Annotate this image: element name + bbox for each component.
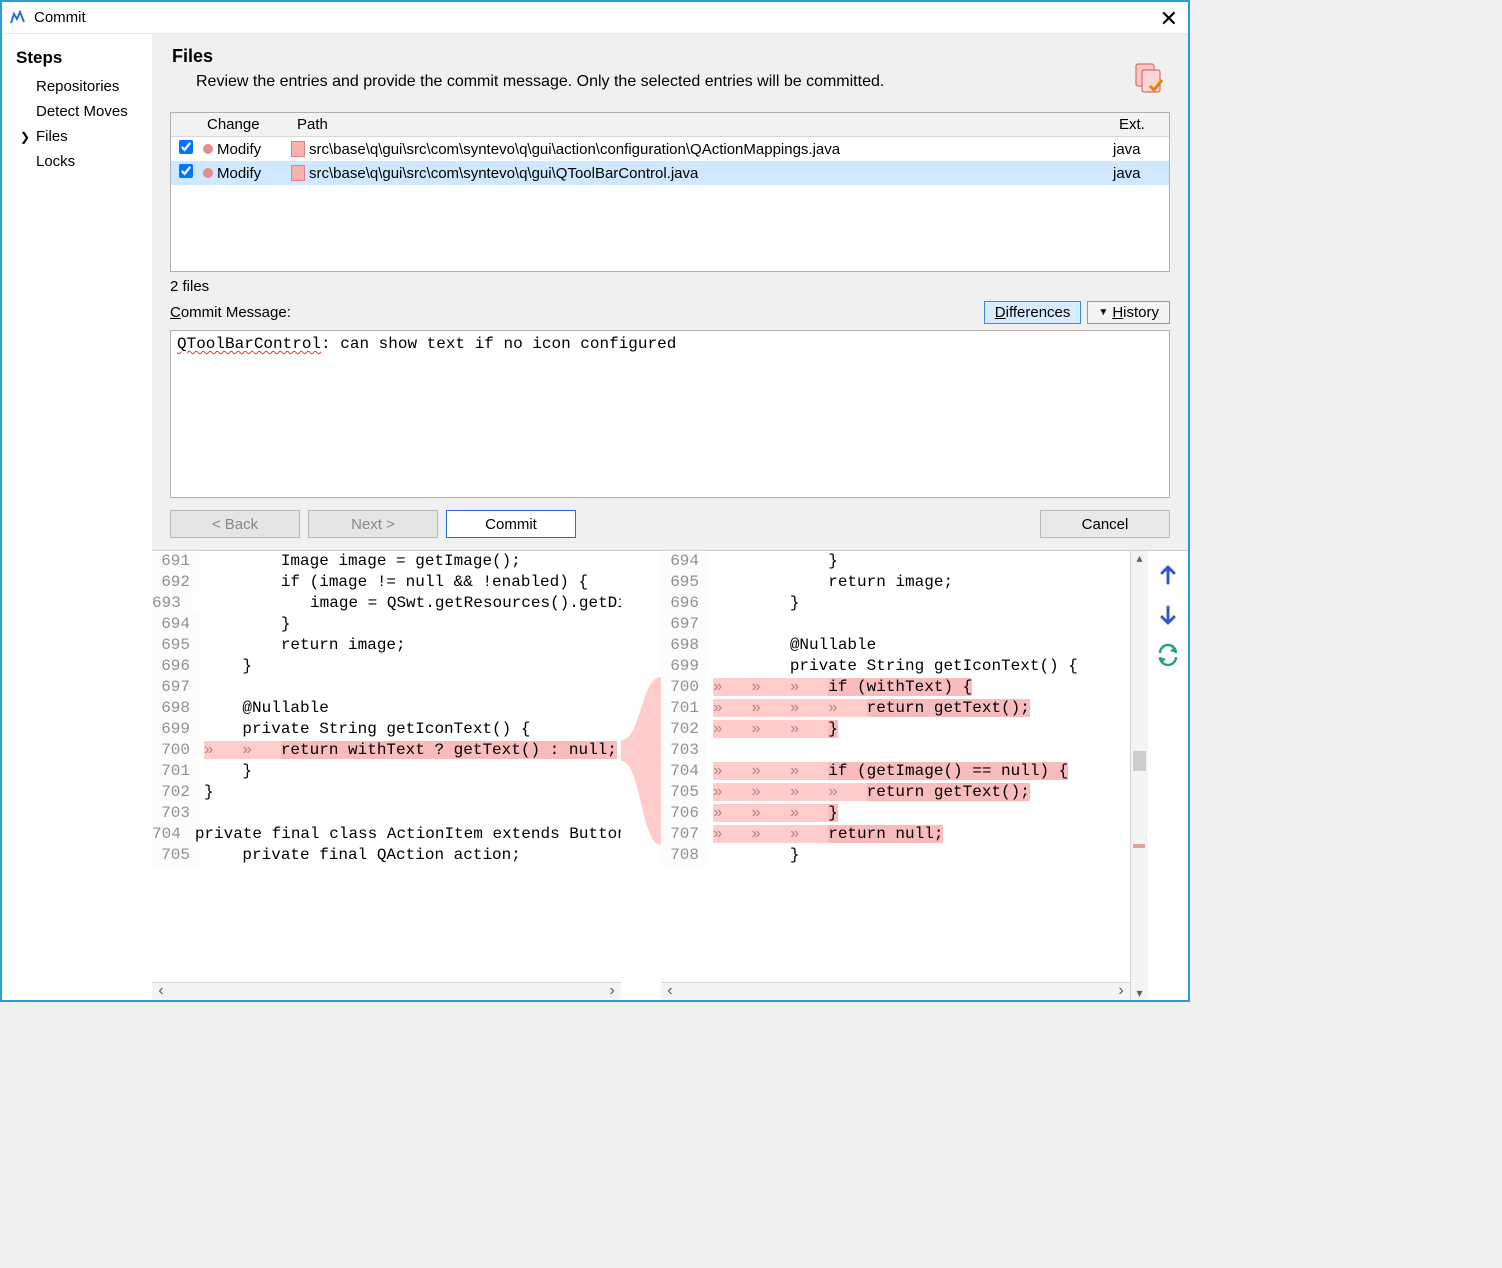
code-line: 700» » » if (withText) { xyxy=(661,677,1130,698)
step-repositories[interactable]: Repositories xyxy=(16,74,152,99)
commit-message-label: Commit Message: xyxy=(170,304,984,321)
col-change[interactable]: Change xyxy=(201,113,291,136)
modify-dot-icon xyxy=(203,144,213,154)
code-line: 702} xyxy=(152,782,621,803)
page-header: Files Review the entries and provide the… xyxy=(152,34,1188,106)
step-locks[interactable]: Locks xyxy=(16,149,152,174)
steps-heading: Steps xyxy=(16,48,152,68)
file-row[interactable]: Modify src\base\q\gui\src\com\syntevo\q\… xyxy=(171,137,1169,161)
code-line: 704private final class ActionItem extend… xyxy=(152,824,621,845)
file-summary: 2 files xyxy=(152,272,1188,297)
code-line: 691 Image image = getImage(); xyxy=(152,551,621,572)
code-line: 706» » » } xyxy=(661,803,1130,824)
commit-button[interactable]: Commit xyxy=(446,510,576,538)
code-line: 701 } xyxy=(152,761,621,782)
scroll-down-icon[interactable]: ▾ xyxy=(1131,986,1148,1000)
commit-message-input[interactable]: QToolBarControl: can show text if no ico… xyxy=(170,330,1170,498)
code-line: 698 @Nullable xyxy=(152,698,621,719)
next-button[interactable]: Next > xyxy=(308,510,438,538)
code-line: 692 if (image != null && !enabled) { xyxy=(152,572,621,593)
back-button[interactable]: < Back xyxy=(170,510,300,538)
app-icon xyxy=(10,10,26,26)
sync-scroll-icon[interactable] xyxy=(1156,643,1180,667)
code-line: 694 } xyxy=(152,614,621,635)
prev-change-icon[interactable] xyxy=(1156,563,1180,587)
diff-nav-icons xyxy=(1148,551,1188,1000)
code-line: 697 xyxy=(661,614,1130,635)
modify-dot-icon xyxy=(203,168,213,178)
commit-badge-icon xyxy=(1132,62,1168,98)
code-line: 705» » » » return getText(); xyxy=(661,782,1130,803)
next-change-icon[interactable] xyxy=(1156,603,1180,627)
code-line: 702» » » } xyxy=(661,719,1130,740)
scroll-left-icon[interactable]: ‹ xyxy=(152,981,170,1000)
code-line: 697 xyxy=(152,677,621,698)
col-path[interactable]: Path xyxy=(291,113,1113,136)
close-icon[interactable]: ✕ xyxy=(1160,6,1178,32)
diff-viewer: 691 Image image = getImage();692 if (ima… xyxy=(152,550,1188,1000)
file-icon xyxy=(291,141,305,157)
file-checkbox[interactable] xyxy=(179,164,193,178)
code-line: 708 } xyxy=(661,845,1130,866)
code-line: 699 private String getIconText() { xyxy=(152,719,621,740)
page-title: Files xyxy=(172,46,1122,67)
diff-right-pane[interactable]: 694 }695 return image;696 }697698 @Nulla… xyxy=(661,551,1130,1000)
scroll-left-icon[interactable]: ‹ xyxy=(661,981,679,1000)
file-checkbox[interactable] xyxy=(179,140,193,154)
window-title: Commit xyxy=(34,9,86,26)
history-button[interactable]: ▼History xyxy=(1087,301,1170,324)
code-line: 703 xyxy=(661,740,1130,761)
code-line: 700» » return withText ? getText() : nul… xyxy=(152,740,621,761)
code-line: 693 image = QSwt.getResources().getDis xyxy=(152,593,621,614)
code-line: 707» » » return null; xyxy=(661,824,1130,845)
cancel-button[interactable]: Cancel xyxy=(1040,510,1170,538)
diff-connector xyxy=(621,551,661,1000)
scroll-right-icon[interactable]: › xyxy=(603,981,621,1000)
code-line: 695 return image; xyxy=(152,635,621,656)
differences-button[interactable]: Differences xyxy=(984,301,1082,324)
code-line: 696 } xyxy=(661,593,1130,614)
code-line: 694 } xyxy=(661,551,1130,572)
code-line: 698 @Nullable xyxy=(661,635,1130,656)
diff-left-pane[interactable]: 691 Image image = getImage();692 if (ima… xyxy=(152,551,621,1000)
code-line: 696 } xyxy=(152,656,621,677)
steps-sidebar: Steps Repositories Detect Moves Files Lo… xyxy=(2,34,152,1000)
code-line: 703 xyxy=(152,803,621,824)
page-subtitle: Review the entries and provide the commi… xyxy=(172,73,1122,91)
file-row[interactable]: Modify src\base\q\gui\src\com\syntevo\q\… xyxy=(171,161,1169,185)
code-line: 701» » » » return getText(); xyxy=(661,698,1130,719)
scroll-right-icon[interactable]: › xyxy=(1112,981,1130,1000)
step-files[interactable]: Files xyxy=(16,124,152,149)
file-table: Change Path Ext. Modify src\base\q\gui\s… xyxy=(170,112,1170,272)
titlebar: Commit ✕ xyxy=(2,2,1188,34)
file-table-header: Change Path Ext. xyxy=(171,113,1169,137)
vertical-scrollbar[interactable]: ▴ ▾ xyxy=(1130,551,1148,1000)
col-ext[interactable]: Ext. xyxy=(1113,113,1169,136)
dropdown-icon: ▼ xyxy=(1098,307,1108,318)
code-line: 699 private String getIconText() { xyxy=(661,656,1130,677)
step-detect-moves[interactable]: Detect Moves xyxy=(16,99,152,124)
code-line: 695 return image; xyxy=(661,572,1130,593)
code-line: 704» » » if (getImage() == null) { xyxy=(661,761,1130,782)
file-icon xyxy=(291,165,305,181)
code-line: 705 private final QAction action; xyxy=(152,845,621,866)
